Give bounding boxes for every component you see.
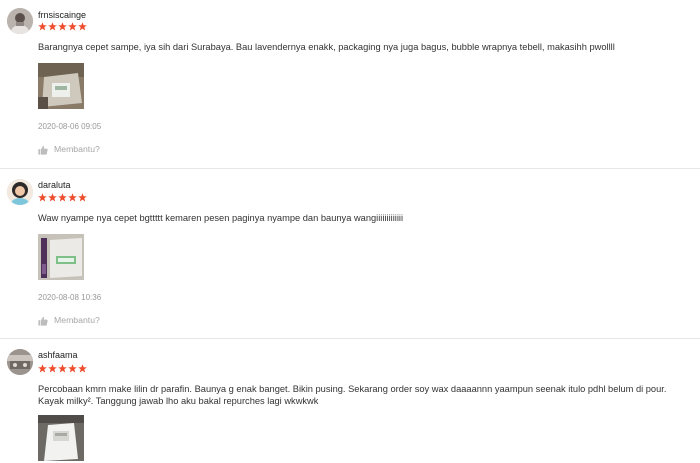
review-item: frnsiscainge Barangnya cepet sampe, iya … xyxy=(0,0,700,168)
username[interactable]: daraluta xyxy=(38,180,71,191)
review-item: daraluta Waw nyampe nya cepet bgttttt ke… xyxy=(0,168,700,338)
helpful-label: Membantu? xyxy=(54,315,100,325)
helpful-label: Membantu? xyxy=(54,144,100,154)
review-comment: Barangnya cepet sampe, iya sih dari Sura… xyxy=(38,42,615,52)
star-icon xyxy=(78,193,87,202)
rating-stars xyxy=(38,364,87,375)
star-icon xyxy=(58,193,67,202)
star-icon xyxy=(38,364,47,373)
review-photo[interactable] xyxy=(38,234,84,280)
review-item: ashfaama Percobaan kmrn make lilin dr pa… xyxy=(0,338,700,463)
review-list: frnsiscainge Barangnya cepet sampe, iya … xyxy=(0,0,700,463)
rating-stars xyxy=(38,22,87,33)
review-timestamp: 2020-08-06 09:05 xyxy=(38,122,102,131)
star-icon xyxy=(58,364,67,373)
star-icon xyxy=(78,22,87,31)
helpful-button[interactable]: Membantu? xyxy=(38,315,100,326)
star-icon xyxy=(38,193,47,202)
thumbs-up-icon xyxy=(38,145,48,155)
review-timestamp: 2020-08-08 10:36 xyxy=(38,293,102,302)
star-icon xyxy=(48,364,57,373)
review-comment: Percobaan kmrn make lilin dr parafin. Ba… xyxy=(38,384,667,406)
star-icon xyxy=(58,22,67,31)
username[interactable]: ashfaama xyxy=(38,350,78,361)
avatar[interactable] xyxy=(7,349,33,375)
username[interactable]: frnsiscainge xyxy=(38,10,86,21)
review-photo[interactable] xyxy=(38,415,84,461)
review-comment: Waw nyampe nya cepet bgttttt kemaren pes… xyxy=(38,213,404,223)
star-icon xyxy=(78,364,87,373)
thumbs-up-icon xyxy=(38,316,48,326)
star-icon xyxy=(68,193,77,202)
star-icon xyxy=(68,364,77,373)
star-icon xyxy=(68,22,77,31)
star-icon xyxy=(48,193,57,202)
avatar[interactable] xyxy=(7,179,33,205)
star-icon xyxy=(38,22,47,31)
avatar[interactable] xyxy=(7,8,33,34)
star-icon xyxy=(48,22,57,31)
review-photo[interactable] xyxy=(38,63,84,109)
helpful-button[interactable]: Membantu? xyxy=(38,144,100,155)
rating-stars xyxy=(38,193,87,204)
